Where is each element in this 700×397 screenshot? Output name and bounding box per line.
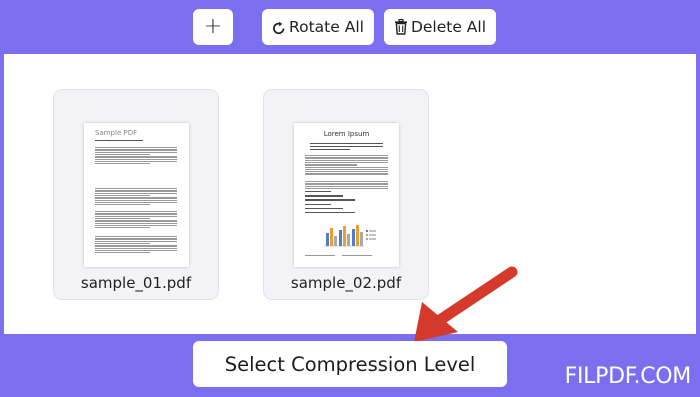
thumbnail-text-line xyxy=(305,195,343,197)
trash-icon xyxy=(394,19,407,35)
thumbnail-text-line xyxy=(305,187,388,190)
thumbnail-text-line xyxy=(305,166,388,168)
thumbnail-text-line xyxy=(95,224,177,227)
thumbnail-text-line xyxy=(305,161,388,164)
thumbnail-text-line xyxy=(95,252,150,254)
thumbnail-text-line xyxy=(95,242,150,245)
compress-button-label: Select Compression Level xyxy=(224,352,476,376)
thumbnail-text-line xyxy=(95,227,150,229)
thumbnail-text-line xyxy=(95,249,177,252)
thumbnail-text-line xyxy=(95,245,177,247)
rotate-all-button[interactable]: Rotate All xyxy=(262,9,374,45)
thumbnail-text-line xyxy=(305,159,388,161)
thumbnail-text-line xyxy=(95,213,177,215)
thumbnail-text-line xyxy=(95,220,177,222)
thumbnail-text-line xyxy=(95,211,177,213)
thumbnail-text-line xyxy=(305,207,343,210)
thumbnail-text-line xyxy=(305,173,388,175)
thumbnail-text-line xyxy=(305,183,388,185)
thumbnail-text-line xyxy=(305,191,331,193)
thumbnail-text-line xyxy=(305,199,355,201)
toolbar: + Rotate All Delete All xyxy=(0,0,700,54)
thumbnail-text-line xyxy=(95,215,177,217)
thumbnail-text-line xyxy=(95,140,143,142)
thumbnail-text-line xyxy=(305,155,388,157)
thumbnail-text-line xyxy=(95,192,177,194)
thumbnail-text-line xyxy=(95,153,150,156)
thumbnail-text-line xyxy=(95,163,150,165)
thumbnail-title: Sample PDF xyxy=(95,129,138,137)
thumbnail-text-line xyxy=(310,149,350,151)
thumbnail-text-line xyxy=(95,156,177,158)
thumbnail-text-line xyxy=(95,151,177,153)
thumbnail-bar-chart xyxy=(322,222,378,250)
thumbnail-text-line xyxy=(305,164,357,166)
thumbnail-text-line xyxy=(95,160,177,163)
rotate-icon xyxy=(273,21,285,34)
thumbnail-text-line xyxy=(95,238,177,240)
watermark: FILPDF.COM xyxy=(564,364,692,389)
file-name: sample_01.pdf xyxy=(80,274,192,292)
delete-all-label: Delete All xyxy=(410,18,487,36)
thumbnail-text-line xyxy=(95,217,150,220)
thumbnail-text-line xyxy=(310,143,383,145)
pdf-thumbnail: Lorem Ipsum xyxy=(294,123,399,267)
thumbnail-text-line xyxy=(305,185,388,187)
thumbnail-text-line xyxy=(305,255,335,257)
thumbnail-text-line xyxy=(305,212,355,214)
thumbnail-text-line xyxy=(305,171,388,173)
thumbnail-text-line xyxy=(95,188,177,190)
add-file-button[interactable]: + xyxy=(193,9,233,45)
thumbnail-text-line xyxy=(95,147,177,149)
thumbnail-text-line xyxy=(310,146,383,148)
thumbnail-text-line xyxy=(305,181,388,183)
thumbnail-text-line xyxy=(95,204,150,206)
thumbnail-text-line xyxy=(95,199,177,201)
thumbnail-text-line xyxy=(95,247,177,249)
thumbnail-text-line xyxy=(95,240,177,242)
thumbnail-text-line xyxy=(95,158,177,160)
thumbnail-title: Lorem Ipsum xyxy=(323,130,370,138)
thumbnail-text-line xyxy=(95,236,177,238)
thumbnail-text-line xyxy=(95,190,177,192)
file-workspace: Sample PDF sample_01.pdf Lorem Ipsum sam… xyxy=(4,54,696,334)
thumbnail-text-line xyxy=(305,203,331,205)
pdf-thumbnail: Sample PDF xyxy=(84,123,189,267)
rotate-all-label: Rotate All xyxy=(289,18,364,36)
thumbnail-text-line xyxy=(95,222,177,224)
thumbnail-text-line xyxy=(342,255,372,257)
thumbnail-text-line xyxy=(95,197,177,199)
red-arrow-icon xyxy=(414,266,518,342)
delete-all-button[interactable]: Delete All xyxy=(384,9,496,45)
thumbnail-text-line xyxy=(95,201,177,204)
file-card-sample-01[interactable]: Sample PDF sample_01.pdf xyxy=(53,89,219,300)
thumbnail-text-line xyxy=(95,149,177,151)
thumbnail-text-line xyxy=(95,194,150,197)
thumbnail-text-line xyxy=(305,157,388,159)
select-compression-level-button[interactable]: Select Compression Level xyxy=(193,341,507,387)
plus-icon: + xyxy=(203,14,223,39)
thumbnail-text-line xyxy=(305,168,388,171)
